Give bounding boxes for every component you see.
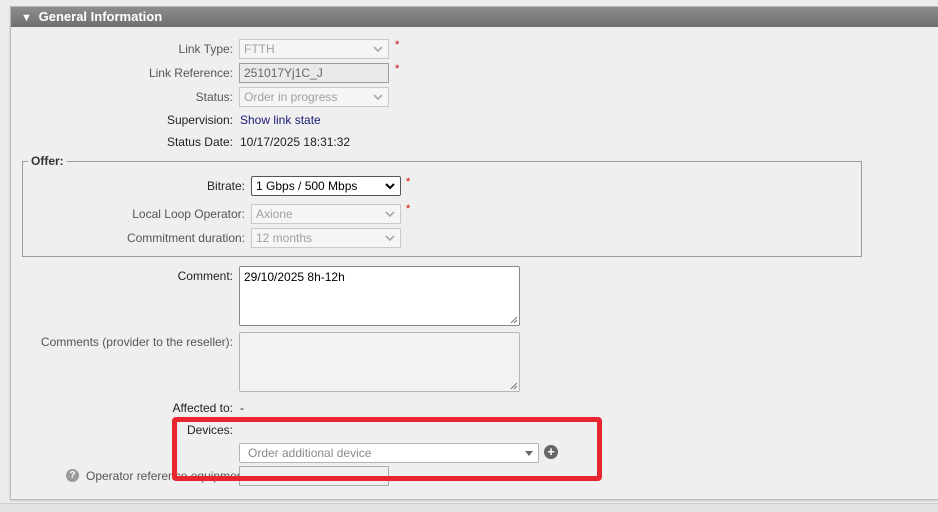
commitment-duration-label: Commitment duration: bbox=[126, 231, 245, 245]
panel-title: General Information bbox=[38, 9, 163, 24]
link-type-value: FTTH bbox=[244, 42, 275, 56]
offer-legend: Offer: bbox=[28, 154, 67, 168]
status-value: Order in progress bbox=[244, 90, 338, 104]
bitrate-select[interactable]: 1 Gbps / 500 Mbps bbox=[251, 176, 401, 196]
link-reference-value: 251017Yj1C_J bbox=[244, 66, 323, 80]
comments-provider-textarea[interactable] bbox=[239, 332, 520, 392]
link-reference-label: Link Reference: bbox=[148, 66, 233, 80]
link-type-label: Link Type: bbox=[178, 42, 233, 56]
status-date-label: Status Date: bbox=[166, 135, 233, 149]
bitrate-label: Bitrate: bbox=[206, 179, 245, 193]
question-circle-icon[interactable]: ? bbox=[66, 469, 79, 482]
status-date-value: 10/17/2025 18:31:32 bbox=[240, 135, 351, 149]
comment-textarea[interactable]: 29/10/2025 8h-12h bbox=[239, 266, 520, 326]
comment-value: 29/10/2025 8h-12h bbox=[244, 270, 345, 284]
comment-label: Comment: bbox=[177, 269, 233, 283]
supervision-label: Supervision: bbox=[166, 113, 233, 127]
status-select[interactable]: Order in progress bbox=[239, 87, 389, 107]
link-type-select[interactable]: FTTH bbox=[239, 39, 389, 59]
chevron-down-icon bbox=[373, 46, 383, 53]
local-loop-operator-label: Local Loop Operator: bbox=[132, 207, 245, 221]
offer-fieldset: Offer: Bitrate: 1 Gbps / 500 Mbps * Loca… bbox=[22, 154, 862, 257]
commitment-duration-value: 12 months bbox=[256, 231, 313, 245]
chevron-down-icon bbox=[385, 235, 395, 242]
triangle-down-icon[interactable]: ▼ bbox=[21, 8, 35, 28]
required-marker: * bbox=[406, 176, 411, 188]
required-marker: * bbox=[406, 203, 411, 215]
resize-grip-icon[interactable] bbox=[510, 316, 518, 324]
chevron-down-icon bbox=[385, 183, 395, 190]
required-marker: * bbox=[395, 63, 400, 75]
local-loop-operator-select[interactable]: Axione bbox=[251, 204, 401, 224]
commitment-duration-select[interactable]: 12 months bbox=[251, 228, 401, 248]
link-reference-field: 251017Yj1C_J bbox=[239, 63, 389, 83]
affected-to-value: - bbox=[240, 401, 244, 415]
highlight-box bbox=[172, 417, 602, 481]
status-label: Status: bbox=[195, 90, 233, 104]
comments-provider-label: Comments (provider to the reseller): bbox=[40, 335, 233, 349]
bitrate-value: 1 Gbps / 500 Mbps bbox=[256, 179, 358, 193]
required-marker: * bbox=[395, 39, 400, 51]
general-information-panel: ▼ General Information Link Type: FTTH * … bbox=[10, 6, 938, 500]
panel-header[interactable]: ▼ General Information bbox=[11, 7, 938, 27]
affected-to-label: Affected to: bbox=[172, 401, 234, 415]
show-link-state-link[interactable]: Show link state bbox=[240, 113, 321, 127]
chevron-down-icon bbox=[373, 94, 383, 101]
local-loop-operator-value: Axione bbox=[256, 207, 293, 221]
chevron-down-icon bbox=[385, 211, 395, 218]
resize-grip-icon[interactable] bbox=[510, 382, 518, 390]
